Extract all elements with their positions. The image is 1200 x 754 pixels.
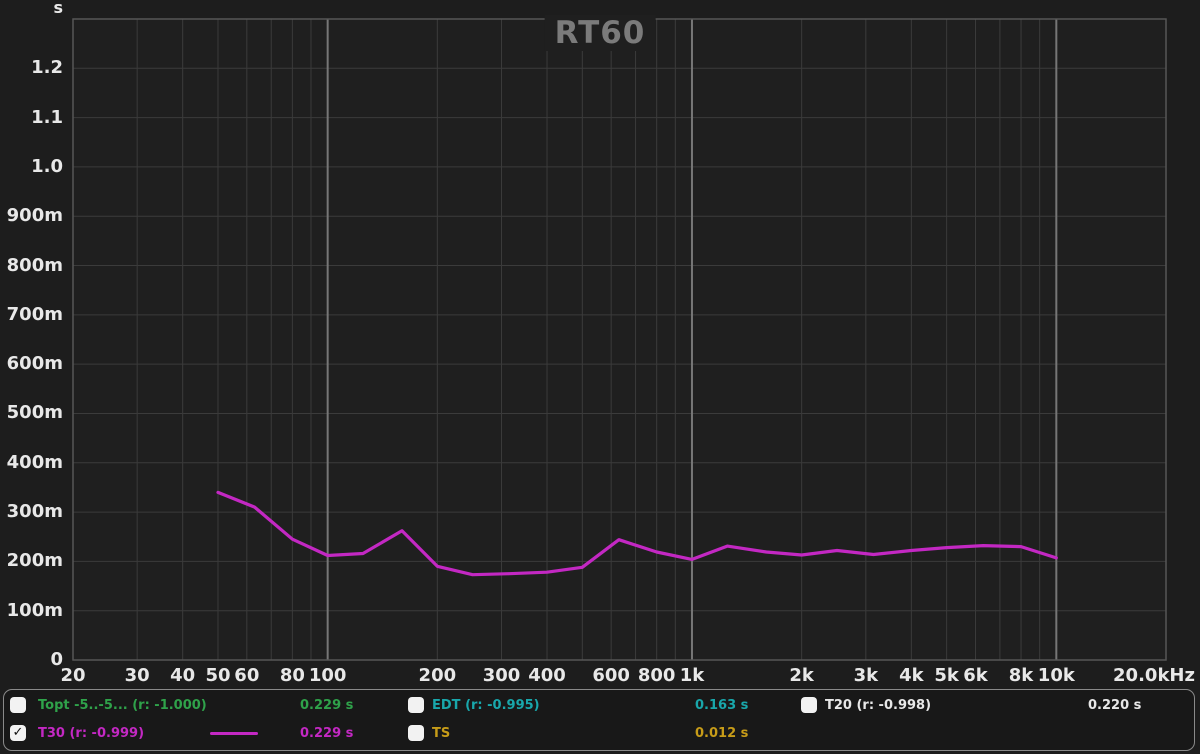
x-tick-4k: 4k xyxy=(899,665,924,686)
t20-checkbox[interactable] xyxy=(801,697,817,713)
y-axis-unit: s xyxy=(0,0,63,17)
x-tick-600: 600 xyxy=(592,665,630,686)
x-tick-10k: 10k xyxy=(1038,665,1075,686)
y-tick-600m: 600m xyxy=(0,353,63,374)
x-tick-6k: 6k xyxy=(963,665,988,686)
t30-checkbox[interactable]: ✓ xyxy=(10,725,26,741)
x-tick-400: 400 xyxy=(528,665,566,686)
x-tick-300: 300 xyxy=(483,665,521,686)
edt-value: 0.163 s xyxy=(695,698,748,713)
ts-value: 0.012 s xyxy=(695,726,748,741)
x-tick-80: 80 xyxy=(280,665,305,686)
y-tick-0: 0 xyxy=(0,649,63,670)
y-tick-1.0: 1.0 xyxy=(0,156,63,177)
topt-label: Topt -5..-5... (r: -1.000) xyxy=(38,698,207,713)
legend-item-edt: EDT (r: -0.995) 0.163 s xyxy=(408,697,793,715)
x-tick-100: 100 xyxy=(309,665,347,686)
y-tick-1.1: 1.1 xyxy=(0,107,63,128)
x-tick-60: 60 xyxy=(234,665,259,686)
topt-value: 0.229 s xyxy=(300,698,353,713)
topt-checkbox[interactable] xyxy=(10,697,26,713)
x-tick-1k: 1k xyxy=(680,665,705,686)
chart-canvas xyxy=(0,0,1200,690)
ts-label: TS xyxy=(432,726,450,741)
t20-label: T20 (r: -0.998) xyxy=(825,698,931,713)
x-tick-20.0kHz: 20.0kHz xyxy=(1113,665,1195,686)
ts-checkbox[interactable] xyxy=(408,725,424,741)
x-tick-5k: 5k xyxy=(934,665,959,686)
chart-title: RT60 xyxy=(545,15,656,51)
y-tick-900m: 900m xyxy=(0,205,63,226)
rt60-chart: s RT60 20 30 40 5060 80100 200 300 400 600 8001k 2… xyxy=(0,0,1200,754)
legend-item-t20: T20 (r: -0.998) 0.220 s xyxy=(801,697,1193,715)
t30-line-sample xyxy=(210,732,258,735)
y-tick-400m: 400m xyxy=(0,452,63,473)
legend-item-ts: TS 0.012 s xyxy=(408,725,793,743)
x-tick-20: 20 xyxy=(60,665,85,686)
x-tick-3k: 3k xyxy=(854,665,879,686)
x-tick-800: 800 xyxy=(638,665,676,686)
y-tick-300m: 300m xyxy=(0,501,63,522)
t30-value: 0.229 s xyxy=(300,726,353,741)
edt-checkbox[interactable] xyxy=(408,697,424,713)
x-tick-2k: 2k xyxy=(789,665,814,686)
legend-item-topt: Topt -5..-5... (r: -1.000) 0.229 s xyxy=(10,697,400,715)
edt-label: EDT (r: -0.995) xyxy=(432,698,540,713)
t20-value: 0.220 s xyxy=(1088,698,1141,713)
y-tick-200m: 200m xyxy=(0,550,63,571)
x-tick-200: 200 xyxy=(419,665,457,686)
y-tick-100m: 100m xyxy=(0,600,63,621)
x-tick-30: 30 xyxy=(125,665,150,686)
y-tick-1.2: 1.2 xyxy=(0,57,63,78)
x-tick-8k: 8k xyxy=(1009,665,1034,686)
legend-item-t30: ✓ T30 (r: -0.999) 0.229 s xyxy=(10,725,400,743)
y-tick-700m: 700m xyxy=(0,304,63,325)
x-tick-40: 40 xyxy=(170,665,195,686)
t30-label: T30 (r: -0.999) xyxy=(38,726,144,741)
x-tick-50: 50 xyxy=(205,665,230,686)
y-tick-500m: 500m xyxy=(0,402,63,423)
y-tick-800m: 800m xyxy=(0,255,63,276)
